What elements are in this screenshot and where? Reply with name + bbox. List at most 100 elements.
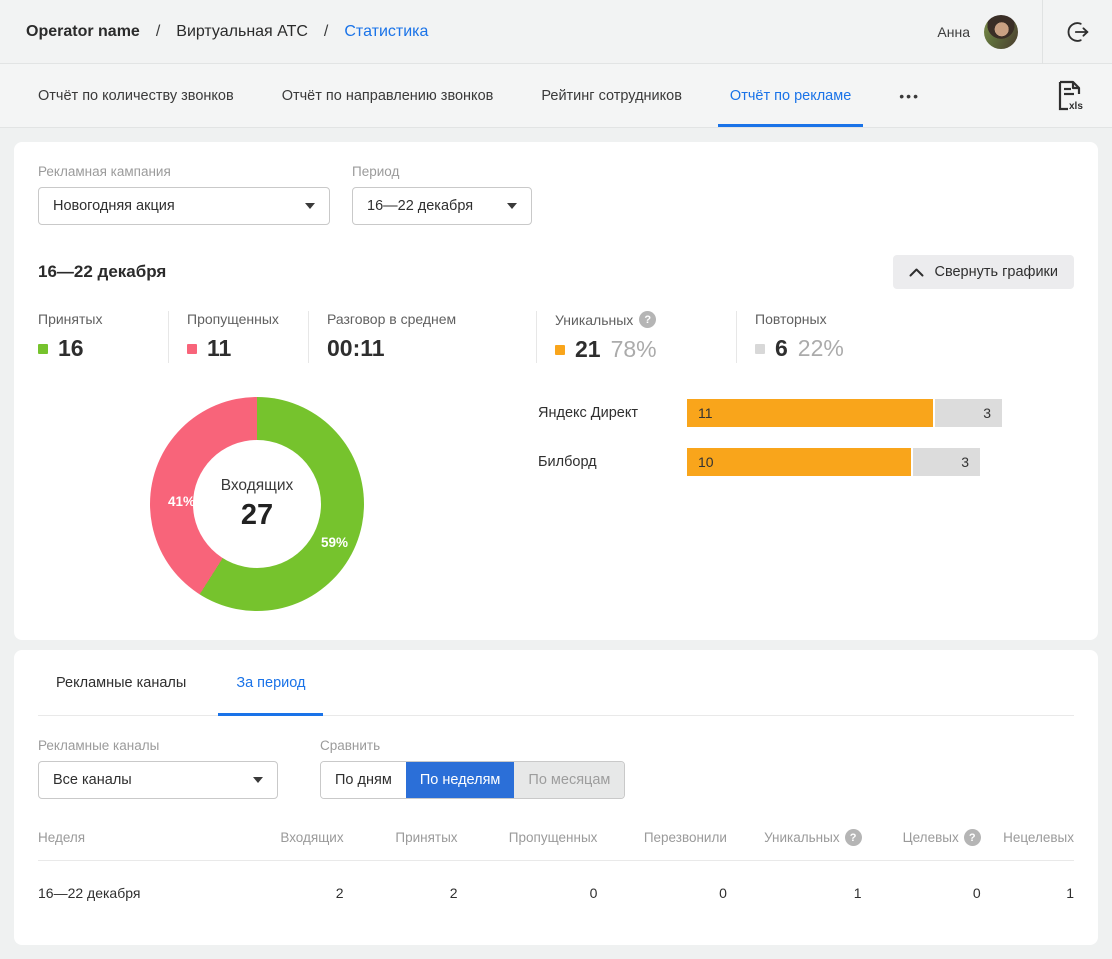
accepted-swatch bbox=[38, 344, 48, 354]
stat-avg-talk-label: Разговор в среднем bbox=[327, 311, 522, 327]
donut-missed-percent-label: 41% bbox=[168, 494, 195, 509]
col-target-label: Целевых bbox=[903, 830, 959, 845]
donut-accepted-percent-label: 59% bbox=[321, 535, 348, 550]
stat-unique: Уникальных ? 21 78% bbox=[536, 311, 736, 363]
breadcrumb-separator: / bbox=[324, 23, 328, 41]
chevron-down-icon bbox=[305, 203, 315, 209]
breadcrumb-vats[interactable]: Виртуальная АТС bbox=[176, 23, 308, 41]
collapse-charts-button[interactable]: Свернуть графики bbox=[893, 255, 1074, 289]
cell-missed: 0 bbox=[458, 861, 598, 922]
more-tabs-button[interactable]: ••• bbox=[887, 64, 932, 127]
period-filter-label: Период bbox=[352, 164, 532, 179]
stat-repeat: Повторных 6 22% bbox=[736, 311, 1074, 363]
report-tabbar: Отчёт по количеству звонков Отчёт по нап… bbox=[0, 64, 1112, 128]
donut-total: 27 bbox=[241, 499, 273, 532]
cell-week: 16—22 декабря bbox=[38, 861, 235, 922]
period-section-header: 16—22 декабря Свернуть графики bbox=[38, 255, 1074, 289]
channels-select-value: Все каналы bbox=[53, 772, 132, 788]
bar-row-yandex: Яндекс Директ 11 3 bbox=[538, 399, 1074, 427]
stat-missed-value: 11 bbox=[207, 335, 231, 362]
channels-select[interactable]: Все каналы bbox=[38, 761, 278, 799]
help-icon[interactable]: ? bbox=[845, 829, 862, 846]
tab-ad-report[interactable]: Отчёт по рекламе bbox=[718, 64, 863, 127]
breadcrumb: Operator name / Виртуальная АТС / Статис… bbox=[0, 23, 937, 41]
table-row[interactable]: 16—22 декабря 2 2 0 0 1 0 1 bbox=[38, 861, 1074, 922]
cell-incoming: 2 bbox=[235, 861, 344, 922]
segment-by-days[interactable]: По дням bbox=[321, 762, 406, 798]
col-called-back: Перезвонили bbox=[597, 819, 727, 861]
subtab-ad-channels[interactable]: Рекламные каналы bbox=[38, 650, 204, 716]
repeat-swatch bbox=[755, 344, 765, 354]
charts-row: 41% 59% Входящих 27 Яндекс Директ 11 3 Б… bbox=[38, 397, 1074, 613]
donut-chart: 41% 59% Входящих 27 bbox=[150, 397, 364, 611]
period-detail-card: Рекламные каналы За период Рекламные кан… bbox=[14, 650, 1098, 945]
cell-target: 0 bbox=[862, 861, 981, 922]
compare-filter-label: Сравнить bbox=[320, 738, 625, 753]
bar-billboard-repeat: 3 bbox=[913, 448, 980, 476]
channels-filter: Рекламные каналы Все каналы bbox=[38, 738, 278, 799]
compare-filter: Сравнить По дням По неделям По месяцам bbox=[320, 738, 625, 799]
tab-call-count-report[interactable]: Отчёт по количеству звонков bbox=[26, 64, 246, 127]
chevron-down-icon bbox=[253, 777, 263, 783]
bar-yandex-repeat: 3 bbox=[935, 399, 1002, 427]
stat-accepted: Принятых 16 bbox=[38, 311, 168, 363]
help-icon[interactable]: ? bbox=[639, 311, 656, 328]
chevron-up-icon bbox=[909, 268, 924, 277]
subtab-per-period[interactable]: За период bbox=[218, 650, 323, 716]
collapse-charts-label: Свернуть графики bbox=[934, 264, 1058, 280]
period-select-value: 16—22 декабря bbox=[367, 198, 473, 214]
stat-accepted-value: 16 bbox=[58, 335, 84, 362]
tab-employee-rating[interactable]: Рейтинг сотрудников bbox=[529, 64, 694, 127]
campaign-filter: Рекламная кампания Новогодняя акция bbox=[38, 164, 330, 225]
col-target: Целевых ? bbox=[862, 819, 981, 861]
stat-avg-talk: Разговор в среднем 00:11 bbox=[308, 311, 536, 363]
app-header: Operator name / Виртуальная АТС / Статис… bbox=[0, 0, 1112, 64]
stat-accepted-label: Принятых bbox=[38, 311, 154, 327]
stat-repeat-label: Повторных bbox=[755, 311, 1060, 327]
channels-filter-label: Рекламные каналы bbox=[38, 738, 278, 753]
ad-report-card: Рекламная кампания Новогодняя акция Пери… bbox=[14, 142, 1098, 640]
bar-label-yandex: Яндекс Директ bbox=[538, 405, 687, 421]
period-select[interactable]: 16—22 декабря bbox=[352, 187, 532, 225]
logout-icon bbox=[1065, 19, 1091, 45]
help-icon[interactable]: ? bbox=[964, 829, 981, 846]
bar-billboard-unique: 10 bbox=[687, 448, 911, 476]
breadcrumb-operator[interactable]: Operator name bbox=[26, 23, 140, 41]
export-xls-button[interactable]: xls bbox=[1043, 64, 1098, 127]
period-title: 16—22 декабря bbox=[38, 262, 166, 282]
segment-by-months[interactable]: По месяцам bbox=[514, 762, 624, 798]
xls-file-icon: xls bbox=[1057, 80, 1084, 112]
segment-by-weeks[interactable]: По неделям bbox=[406, 762, 515, 798]
donut-center: Входящих 27 bbox=[193, 440, 321, 568]
col-incoming: Входящих bbox=[235, 819, 344, 861]
stat-unique-percent: 78% bbox=[611, 336, 657, 363]
top-filters: Рекламная кампания Новогодняя акция Пери… bbox=[38, 164, 1074, 225]
main-content: Рекламная кампания Новогодняя акция Пери… bbox=[0, 128, 1112, 959]
tab-call-direction-report[interactable]: Отчёт по направлению звонков bbox=[270, 64, 506, 127]
breadcrumb-statistics[interactable]: Статистика bbox=[344, 23, 428, 41]
stats-row: Принятых 16 Пропущенных 11 Разговор в ср… bbox=[38, 311, 1074, 363]
channel-bars-chart: Яндекс Директ 11 3 Билборд 10 3 bbox=[538, 399, 1074, 497]
logout-button[interactable] bbox=[1043, 0, 1112, 64]
stat-missed-label: Пропущенных bbox=[187, 311, 294, 327]
user-name: Анна bbox=[937, 24, 970, 40]
cell-accepted: 2 bbox=[344, 861, 458, 922]
stat-unique-value: 21 bbox=[575, 336, 601, 363]
avatar[interactable] bbox=[984, 15, 1018, 49]
unique-swatch bbox=[555, 345, 565, 355]
campaign-select[interactable]: Новогодняя акция bbox=[38, 187, 330, 225]
bar-label-billboard: Билборд bbox=[538, 454, 687, 470]
cell-non-target: 1 bbox=[981, 861, 1074, 922]
detail-filters: Рекламные каналы Все каналы Сравнить По … bbox=[38, 738, 1074, 799]
col-unique-label: Уникальных bbox=[764, 830, 840, 845]
period-table: Неделя Входящих Принятых Пропущенных Пер… bbox=[38, 819, 1074, 921]
detail-subtabs: Рекламные каналы За период bbox=[38, 650, 1074, 716]
donut-title: Входящих bbox=[221, 477, 294, 495]
table-header-row: Неделя Входящих Принятых Пропущенных Пер… bbox=[38, 819, 1074, 861]
campaign-filter-label: Рекламная кампания bbox=[38, 164, 330, 179]
col-non-target: Нецелевых bbox=[981, 819, 1074, 861]
bar-row-billboard: Билборд 10 3 bbox=[538, 448, 1074, 476]
missed-swatch bbox=[187, 344, 197, 354]
stat-repeat-percent: 22% bbox=[798, 335, 844, 362]
col-week: Неделя bbox=[38, 819, 235, 861]
